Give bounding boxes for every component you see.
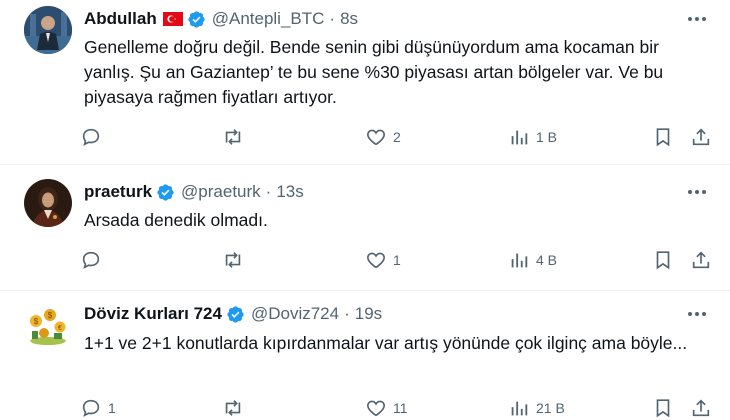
reply-icon — [82, 128, 100, 146]
tweet[interactable]: Abdullah @Antepli_BTC · 8s Genelleme doğ… — [0, 0, 730, 165]
action-bar: 1 11 21 B — [80, 397, 720, 419]
bookmark-button[interactable] — [652, 249, 674, 271]
reply-icon — [82, 399, 100, 417]
tweet-text: Genelleme doğru değil. Bende senin gibi … — [84, 37, 664, 107]
svg-text:$: $ — [48, 311, 53, 320]
views-button[interactable]: 21 B — [508, 397, 565, 419]
bookmark-button[interactable] — [652, 126, 674, 148]
like-icon — [367, 400, 385, 417]
svg-text:$: $ — [34, 317, 39, 326]
retweet-button[interactable] — [222, 397, 250, 419]
share-icon — [692, 128, 710, 146]
share-button[interactable] — [690, 126, 712, 148]
timestamp[interactable]: 8s — [340, 9, 358, 29]
share-button[interactable] — [690, 397, 712, 419]
views-button[interactable]: 4 B — [508, 249, 557, 271]
reply-icon — [82, 251, 100, 269]
views-icon — [511, 130, 528, 145]
reply-button[interactable] — [80, 126, 108, 148]
more-icon[interactable] — [686, 8, 708, 30]
bookmark-icon — [656, 128, 670, 147]
timestamp[interactable]: 13s — [276, 182, 303, 202]
more-icon[interactable] — [686, 181, 708, 203]
separator-dot: · — [344, 304, 350, 323]
reply-button[interactable] — [80, 249, 108, 271]
svg-text:€: € — [58, 325, 62, 332]
more-icon[interactable] — [686, 303, 708, 325]
display-name[interactable]: Abdullah — [84, 9, 157, 29]
like-icon — [367, 129, 385, 146]
verified-badge-icon — [226, 305, 245, 324]
like-button[interactable]: 11 — [365, 397, 408, 419]
avatar[interactable]: $ $ € — [24, 301, 72, 349]
action-bar: 1 4 B — [80, 249, 720, 271]
display-name[interactable]: Döviz Kurları 724 — [84, 304, 222, 324]
share-button[interactable] — [690, 249, 712, 271]
retweet-icon — [225, 252, 241, 268]
tweet-text: Arsada denedik olmadı. — [84, 210, 268, 230]
reply-button[interactable]: 1 — [80, 397, 116, 419]
retweet-icon — [225, 129, 241, 145]
bookmark-button[interactable] — [652, 397, 674, 419]
timestamp[interactable]: 19s — [355, 304, 382, 324]
avatar[interactable] — [24, 6, 72, 54]
retweet-icon — [225, 400, 241, 416]
turkey-flag-icon — [162, 12, 183, 26]
tweet[interactable]: praeturk @praeturk · 13s Arsada denedik … — [0, 165, 730, 291]
verified-badge-icon — [187, 10, 206, 29]
user-handle[interactable]: @Antepli_BTC — [212, 9, 325, 29]
verified-badge-icon — [156, 183, 175, 202]
separator-dot: · — [265, 182, 272, 201]
views-icon — [511, 401, 528, 416]
action-bar: 2 1 B — [80, 126, 720, 148]
tweet-header: Abdullah @Antepli_BTC · 8s — [84, 8, 358, 30]
like-icon — [367, 252, 385, 269]
like-button[interactable]: 2 — [365, 126, 401, 148]
user-handle[interactable]: @Doviz724 — [251, 304, 339, 324]
user-handle[interactable]: @praeturk — [181, 182, 261, 202]
avatar[interactable] — [24, 179, 72, 227]
tweet[interactable]: $ $ € Döviz Kurları 724 @Doviz724 · 19s … — [0, 291, 730, 420]
separator-dot: · — [329, 9, 336, 28]
share-icon — [692, 251, 710, 269]
views-icon — [511, 253, 528, 268]
tweet-header: Döviz Kurları 724 @Doviz724 · 19s — [84, 303, 382, 325]
bookmark-icon — [656, 251, 670, 270]
like-button[interactable]: 1 — [365, 249, 401, 271]
bookmark-icon — [656, 399, 670, 418]
views-button[interactable]: 1 B — [508, 126, 557, 148]
tweet-text: 1+1 ve 2+1 konutlarda kıpırdanmalar var … — [84, 333, 688, 353]
retweet-button[interactable] — [222, 126, 250, 148]
tweet-header: praeturk @praeturk · 13s — [84, 181, 304, 203]
display-name[interactable]: praeturk — [84, 182, 152, 202]
retweet-button[interactable] — [222, 249, 250, 271]
share-icon — [692, 399, 710, 417]
